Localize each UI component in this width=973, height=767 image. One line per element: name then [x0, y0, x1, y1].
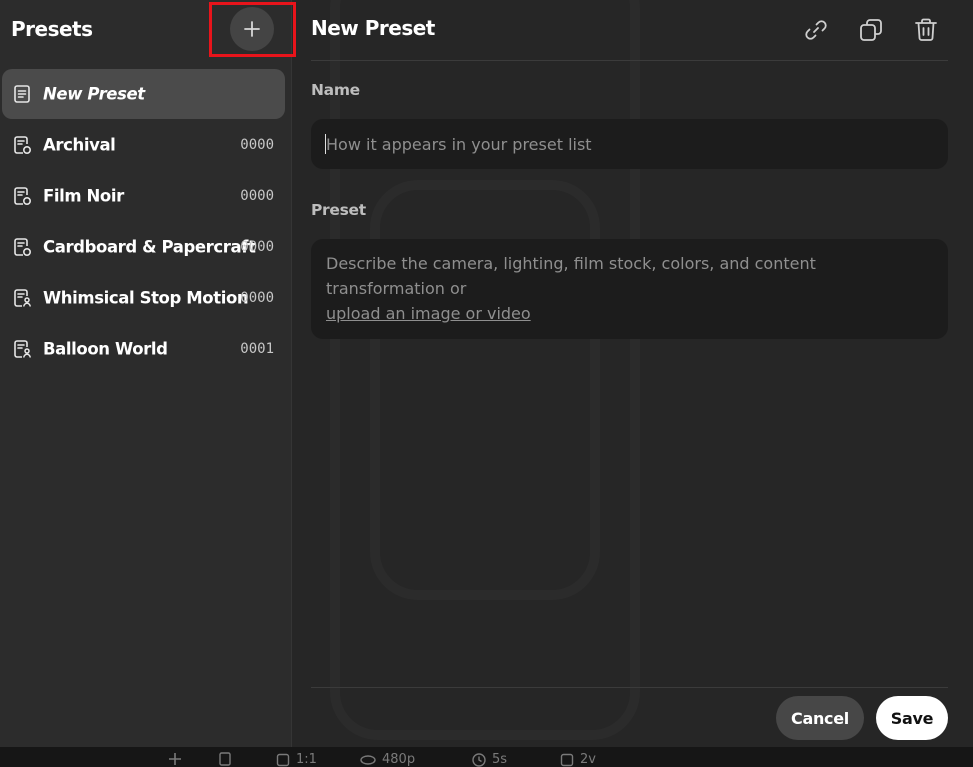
upload-media-link[interactable]: upload an image or video: [326, 304, 531, 323]
toolbar-variations-label: 2v: [580, 752, 596, 767]
variations-icon: [560, 753, 574, 766]
trash-icon: [915, 18, 937, 41]
preset-person-icon: [14, 339, 31, 358]
preset-item-label: Film Noir: [43, 186, 124, 205]
bottom-toolbar: 1:1 480p 5s 2v: [0, 747, 973, 767]
add-preset-button[interactable]: [230, 7, 274, 51]
preset-person-icon: [14, 288, 31, 307]
preset-camera-icon: [14, 135, 32, 154]
preset-item-label: Cardboard & Papercraft: [43, 237, 256, 256]
clock-icon: [472, 752, 486, 767]
resolution-icon: [360, 754, 376, 765]
link-icon: [805, 20, 827, 40]
footer-divider: [311, 687, 948, 688]
name-input[interactable]: [311, 119, 948, 169]
preset-item-archival[interactable]: Archival 0000: [0, 119, 292, 170]
preset-camera-icon: [14, 237, 32, 256]
preset-item-count: 0000: [240, 187, 274, 204]
preset-file-icon: [14, 85, 30, 103]
preset-placeholder: Describe the camera, lighting, film stoc…: [326, 254, 816, 298]
preset-description-input[interactable]: Describe the camera, lighting, film stoc…: [311, 239, 948, 339]
preset-list: New Preset Archival 0000 Film Noir 0000 …: [0, 69, 292, 374]
preset-item-film-noir[interactable]: Film Noir 0000: [0, 170, 292, 221]
preset-item-label: Balloon World: [43, 339, 168, 358]
cancel-button[interactable]: Cancel: [776, 696, 864, 740]
duplicate-button[interactable]: [852, 13, 890, 47]
sidebar-title: Presets: [11, 17, 93, 41]
toolbar-resolution[interactable]: 480p: [360, 752, 415, 767]
preset-editor: New Preset Name How it appears in your p…: [293, 0, 973, 747]
page-title: New Preset: [311, 16, 435, 40]
copy-link-button[interactable]: [797, 13, 835, 47]
preset-item-label: New Preset: [43, 84, 145, 104]
toolbar-resolution-label: 480p: [382, 752, 416, 767]
preset-item-count: 0000: [240, 136, 274, 153]
save-button[interactable]: Save: [876, 696, 948, 740]
presets-dialog: Presets New Preset Archival 0000 Film No…: [0, 0, 973, 767]
preset-item-label: Whimsical Stop Motion: [43, 288, 249, 307]
toolbar-duration[interactable]: 5s: [472, 752, 507, 767]
toolbar-variations[interactable]: 2v: [560, 752, 596, 767]
text-caret: [325, 134, 326, 154]
toolbar-aspect-label: 1:1: [296, 752, 317, 767]
preset-item-balloon-world[interactable]: Balloon World 0001: [0, 323, 292, 374]
name-label: Name: [311, 81, 360, 99]
duplicate-icon: [860, 19, 882, 41]
toolbar-aspect[interactable]: 1:1: [276, 752, 317, 767]
toolbar-preset-icon[interactable]: [218, 752, 238, 766]
preset-item-count: 0000: [240, 238, 274, 255]
preset-item-count: 0000: [240, 289, 274, 306]
header-divider: [311, 60, 948, 61]
aspect-ratio-icon: [276, 753, 290, 766]
preset-item-new-preset[interactable]: New Preset: [2, 69, 285, 119]
header-actions: [780, 13, 973, 47]
toolbar-duration-label: 5s: [492, 752, 508, 767]
preset-item-cardboard-papercraft[interactable]: Cardboard & Papercraft 0000: [0, 221, 292, 272]
preset-camera-icon: [14, 186, 32, 205]
toolbar-add-icon[interactable]: [168, 752, 188, 766]
preset-item-count: 0001: [240, 340, 274, 357]
plus-icon: [244, 21, 260, 37]
plus-icon: [169, 753, 181, 765]
preset-item-whimsical-stop-motion[interactable]: Whimsical Stop Motion 0000: [0, 272, 292, 323]
preset-file-icon: [219, 752, 231, 766]
presets-sidebar: Presets New Preset Archival 0000 Film No…: [0, 0, 296, 747]
delete-button[interactable]: [907, 13, 945, 47]
preset-label: Preset: [311, 201, 366, 219]
preset-item-label: Archival: [43, 135, 116, 154]
